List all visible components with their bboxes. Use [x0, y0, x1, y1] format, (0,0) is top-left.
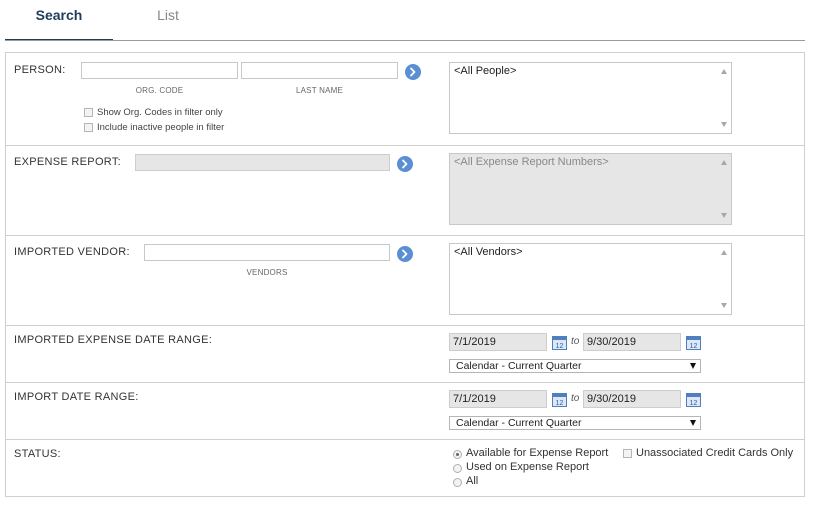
scroll-down-icon[interactable]: [721, 122, 727, 127]
org-code-input[interactable]: [81, 62, 238, 79]
arrow-right-circle-icon: [410, 67, 416, 77]
calendar-icon[interactable]: 12: [552, 392, 567, 407]
expense-report-input[interactable]: [135, 154, 390, 171]
row-divider: [6, 382, 804, 383]
to-label: to: [571, 393, 580, 404]
expense-report-go-button[interactable]: [397, 156, 413, 172]
people-list-option[interactable]: <All People>: [454, 65, 516, 77]
status-all-radio[interactable]: [453, 478, 462, 487]
scroll-up-icon[interactable]: [721, 250, 727, 255]
include-inactive-checkbox[interactable]: [84, 123, 93, 132]
row-divider: [6, 325, 804, 326]
arrow-right-circle-icon: [402, 159, 408, 169]
calendar-icon[interactable]: 12: [686, 335, 701, 350]
vendor-go-button[interactable]: [397, 246, 413, 262]
dropdown-arrow-icon: [690, 363, 696, 369]
calendar-day-text: 12: [690, 343, 698, 350]
org-code-label: ORG. CODE: [135, 86, 184, 95]
vendors-listbox[interactable]: <All Vendors>: [449, 243, 732, 315]
row-divider: [6, 145, 804, 146]
tab-search[interactable]: Search: [5, 0, 113, 41]
include-inactive-label: Include inactive people in filter: [97, 122, 225, 133]
status-used-label: Used on Expense Report: [466, 461, 589, 473]
import-date-preset-select[interactable]: Calendar - Current Quarter: [449, 416, 701, 430]
status-all-label: All: [466, 475, 479, 487]
unassociated-label: Unassociated Credit Cards Only: [636, 447, 794, 459]
calendar-day-text: 12: [556, 400, 564, 407]
status-used-radio[interactable]: [453, 464, 462, 473]
dropdown-arrow-icon: [690, 420, 696, 426]
import-date-range-label: IMPORT DATE RANGE:: [14, 391, 139, 403]
show-org-codes-label: Show Org. Codes in filter only: [97, 107, 223, 118]
vendors-list-option[interactable]: <All Vendors>: [454, 246, 523, 258]
scroll-down-icon[interactable]: [721, 213, 727, 218]
calendar-icon[interactable]: 12: [686, 392, 701, 407]
calendar-day-text: 12: [556, 343, 564, 350]
tab-divider: [5, 40, 805, 41]
vendors-label: VENDORS: [246, 268, 288, 277]
status-label: STATUS:: [14, 448, 61, 460]
people-listbox[interactable]: <All People>: [449, 62, 732, 134]
vendor-input[interactable]: [144, 244, 390, 261]
imported-expense-date-range-label: IMPORTED EXPENSE DATE RANGE:: [14, 334, 213, 346]
show-org-codes-checkbox[interactable]: [84, 108, 93, 117]
to-label: to: [571, 336, 580, 347]
status-available-label: Available for Expense Report: [466, 447, 609, 459]
expense-report-listbox[interactable]: <All Expense Report Numbers>: [449, 153, 732, 225]
arrow-right-circle-icon: [402, 249, 408, 259]
import-date-preset-value: Calendar - Current Quarter: [456, 417, 582, 429]
row-divider: [6, 439, 804, 440]
tab-list[interactable]: List: [113, 0, 223, 40]
row-divider: [6, 235, 804, 236]
import-date-from-input[interactable]: 7/1/2019: [449, 390, 547, 408]
expense-date-preset-select[interactable]: Calendar - Current Quarter: [449, 359, 701, 373]
last-name-input[interactable]: [241, 62, 398, 79]
scroll-down-icon[interactable]: [721, 303, 727, 308]
scroll-up-icon[interactable]: [721, 160, 727, 165]
calendar-day-text: 12: [690, 400, 698, 407]
calendar-icon[interactable]: 12: [552, 335, 567, 350]
scroll-up-icon[interactable]: [721, 69, 727, 74]
imported-vendor-label: IMPORTED VENDOR:: [14, 246, 130, 258]
person-go-button[interactable]: [405, 64, 421, 80]
expense-report-list-option: <All Expense Report Numbers>: [454, 156, 609, 168]
expense-date-from-input[interactable]: 7/1/2019: [449, 333, 547, 351]
expense-date-to-input[interactable]: 9/30/2019: [583, 333, 681, 351]
search-filter-panel: PERSON: ORG. CODE LAST NAME Show Org. Co…: [5, 52, 805, 497]
last-name-label: LAST NAME: [296, 86, 343, 95]
unassociated-checkbox[interactable]: [623, 449, 632, 458]
person-label: PERSON:: [14, 64, 66, 76]
status-available-radio[interactable]: [453, 450, 462, 459]
import-date-to-input[interactable]: 9/30/2019: [583, 390, 681, 408]
expense-date-preset-value: Calendar - Current Quarter: [456, 360, 582, 372]
expense-report-label: EXPENSE REPORT:: [14, 156, 121, 168]
